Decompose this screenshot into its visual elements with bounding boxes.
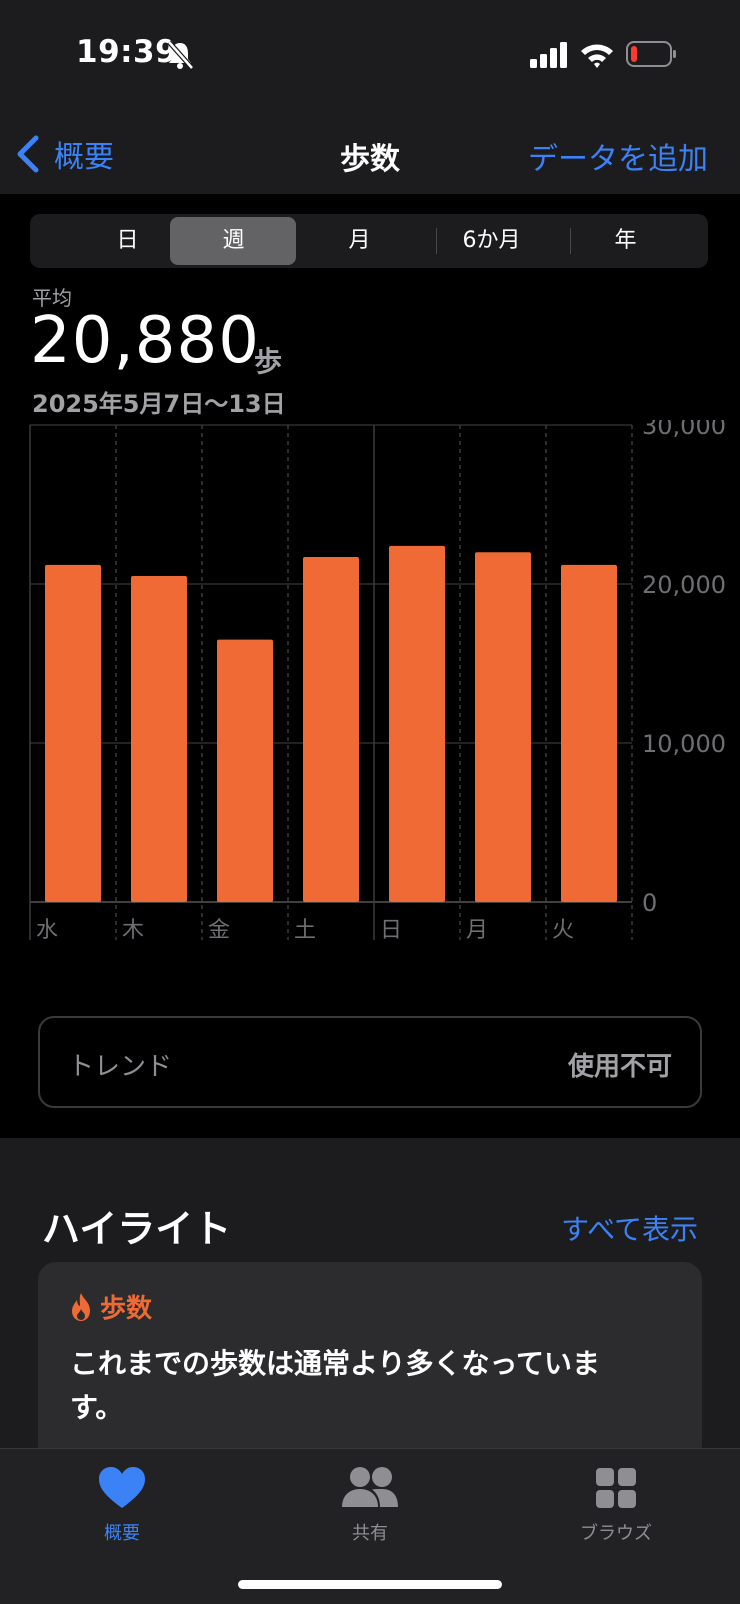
bar-1 xyxy=(131,576,187,902)
battery-icon xyxy=(626,41,676,67)
bar-3 xyxy=(303,556,359,902)
highlight-tag: 歩数 xyxy=(68,1288,152,1325)
bell-slash-icon xyxy=(167,40,194,70)
back-button[interactable]: 概要 xyxy=(14,132,114,176)
y-tick-label: 30,000 xyxy=(642,420,726,440)
bar-2 xyxy=(217,639,273,902)
status-bar: 19:39 xyxy=(0,0,740,110)
navigation-bar: 概要 歩数 データを追加 xyxy=(0,110,740,194)
heart-icon xyxy=(99,1467,145,1508)
y-tick-label: 10,000 xyxy=(642,730,726,758)
signal-icon xyxy=(530,42,567,68)
wifi-icon xyxy=(581,44,613,68)
steps-bar-chart[interactable]: 0 10,000 20,000 30,000 水 木 金 土 日 月 火 xyxy=(0,420,740,965)
home-indicator xyxy=(238,1580,502,1589)
highlight-text: これまでの歩数は通常より多くなっています。 xyxy=(70,1347,601,1424)
tab-label: ブラウズ xyxy=(580,1523,652,1544)
segment-year[interactable]: 年 xyxy=(558,214,693,268)
people-icon xyxy=(342,1467,398,1507)
highlight-card[interactable]: 歩数 これまでの歩数は通常より多くなっています。 xyxy=(38,1262,702,1462)
y-tick-label: 0 xyxy=(642,889,657,917)
x-tick-label: 月 xyxy=(466,918,488,943)
tab-browse[interactable]: ブラウズ xyxy=(536,1463,696,1545)
x-tick-label: 日 xyxy=(380,918,402,943)
grid-icon xyxy=(596,1468,636,1508)
add-data-button[interactable]: データを追加 xyxy=(528,134,708,178)
highlights-section: ハイライト すべて表示 歩数 これまでの歩数は通常より多くなっています。 xyxy=(0,1138,740,1462)
time-range-segmented-control: 日 週 月 6か月 年 xyxy=(30,214,708,268)
back-label: 概要 xyxy=(54,140,114,175)
segment-month[interactable]: 月 xyxy=(292,214,427,268)
bar-6 xyxy=(561,564,617,902)
y-tick-label: 20,000 xyxy=(642,571,726,599)
trend-label: トレンド xyxy=(68,1052,173,1082)
show-all-link[interactable]: すべて表示 xyxy=(561,1208,698,1248)
trend-row[interactable]: トレンド 使用不可 xyxy=(38,1016,702,1108)
bar-4 xyxy=(389,545,445,902)
tab-sharing[interactable]: 共有 xyxy=(290,1463,450,1545)
tab-label: 共有 xyxy=(352,1523,388,1544)
status-time: 19:39 xyxy=(76,34,178,70)
flame-icon xyxy=(72,1292,90,1321)
tab-summary[interactable]: 概要 xyxy=(42,1463,202,1545)
segment-week[interactable]: 週 xyxy=(166,214,301,268)
x-tick-label: 水 xyxy=(36,918,58,943)
segment-six-months[interactable]: 6か月 xyxy=(424,214,559,268)
x-tick-label: 木 xyxy=(122,918,144,943)
chevron-left-icon xyxy=(17,135,39,173)
date-range: 2025年5月7日〜13日 xyxy=(32,390,286,418)
average-value: 20,880 xyxy=(30,304,260,378)
tab-label: 概要 xyxy=(104,1523,140,1544)
bar-0 xyxy=(45,564,101,902)
average-unit: 歩 xyxy=(254,345,283,378)
x-tick-label: 火 xyxy=(552,918,574,943)
x-tick-label: 土 xyxy=(294,918,316,943)
highlights-heading: ハイライト xyxy=(42,1207,232,1251)
highlight-tag-label: 歩数 xyxy=(100,1294,153,1324)
bar-5 xyxy=(475,552,531,902)
trend-value: 使用不可 xyxy=(567,1052,672,1082)
x-tick-label: 金 xyxy=(208,918,230,943)
